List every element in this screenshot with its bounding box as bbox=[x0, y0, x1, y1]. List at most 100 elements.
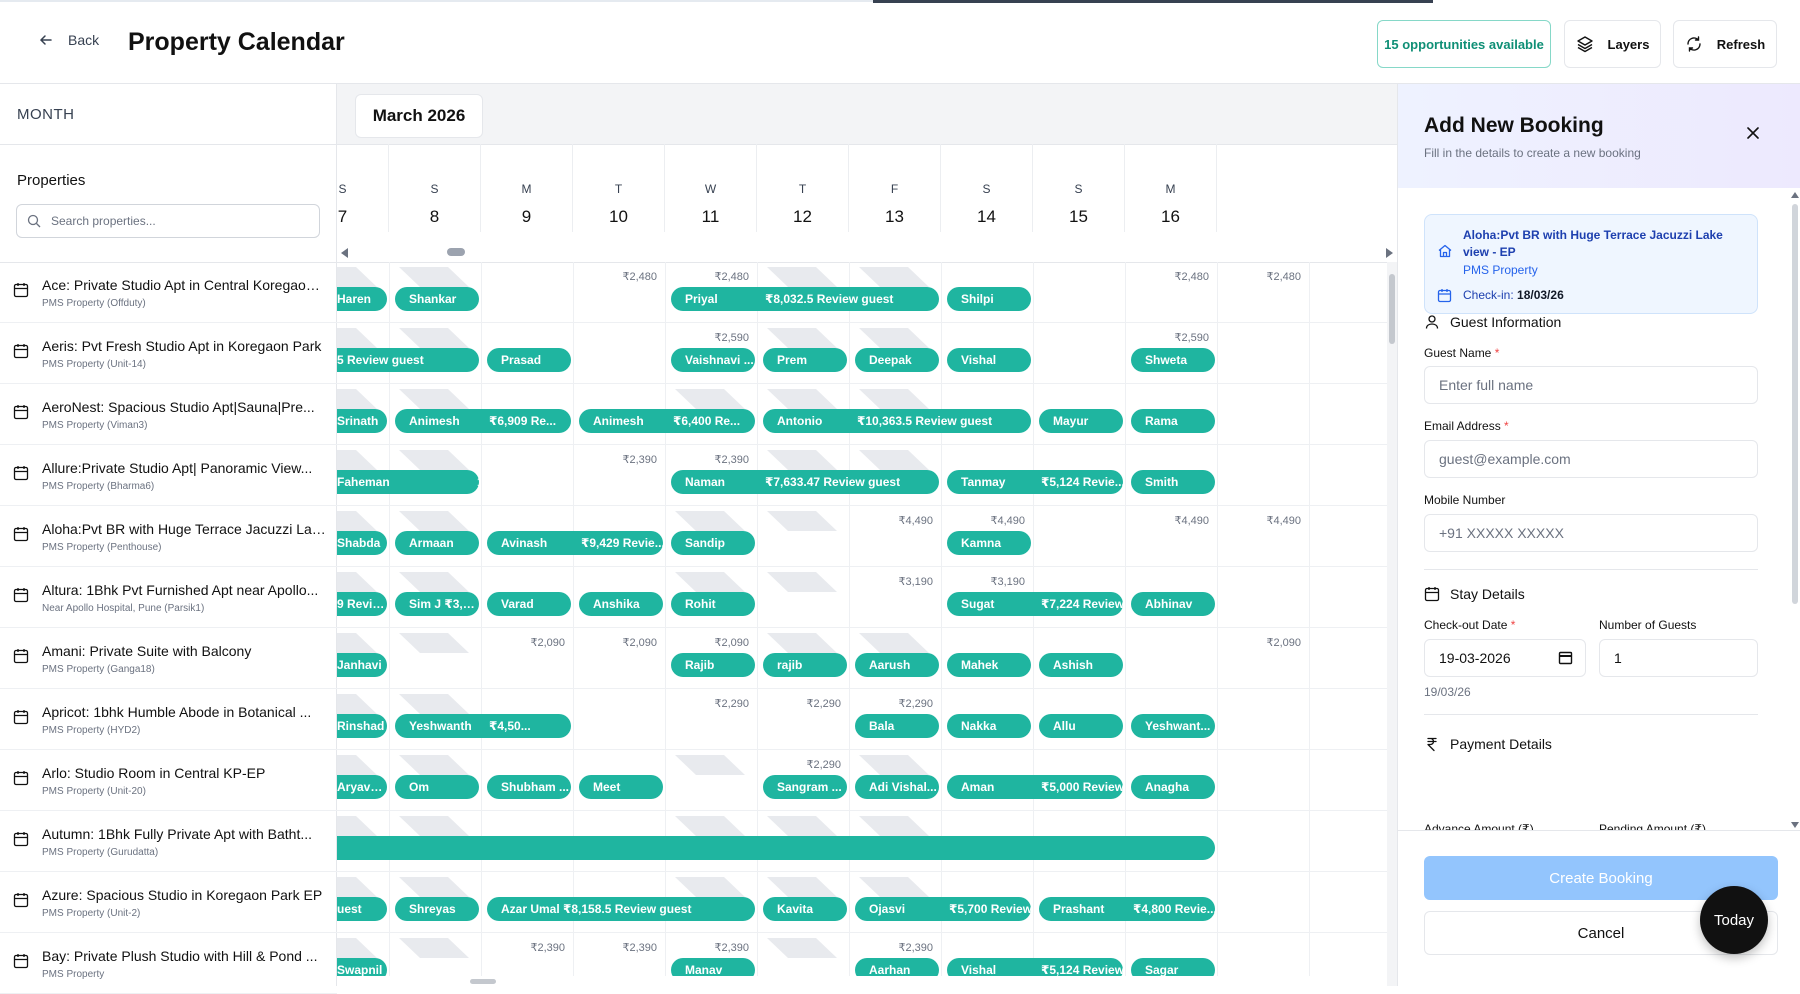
booking-bar[interactable]: Avinash ₹9,429 Revie... bbox=[487, 531, 663, 555]
calendar-picker-icon[interactable] bbox=[1558, 650, 1573, 665]
booking-bar[interactable]: Aman ₹5,000 Review ... bbox=[947, 775, 1123, 799]
nightly-price[interactable]: ₹2,390 bbox=[577, 453, 657, 466]
booking-bar[interactable]: Priyal ₹8,032.5 Review guest bbox=[671, 287, 939, 311]
nightly-price[interactable]: ₹2,090 bbox=[669, 636, 749, 649]
nightly-price[interactable]: ₹2,090 bbox=[1221, 636, 1301, 649]
booking-bar[interactable]: Aarush bbox=[855, 653, 939, 677]
booking-bar[interactable]: Armaan bbox=[395, 531, 479, 555]
booking-bar[interactable]: Rajib bbox=[671, 653, 755, 677]
scroll-thumb[interactable] bbox=[1389, 274, 1395, 344]
nightly-price[interactable]: ₹2,290 bbox=[761, 758, 841, 771]
checkout-date-input[interactable]: 19-03-2026 bbox=[1424, 639, 1586, 677]
booking-bar[interactable]: Om bbox=[395, 775, 479, 799]
nightly-price[interactable]: ₹3,190 bbox=[945, 575, 1025, 588]
bottom-scrollbar[interactable] bbox=[337, 976, 1387, 986]
booking-bar[interactable]: uest bbox=[337, 897, 387, 921]
scroll-thumb[interactable] bbox=[470, 979, 496, 984]
nightly-price[interactable]: ₹2,390 bbox=[577, 941, 657, 954]
booking-bar[interactable]: Shweta₹5,4... bbox=[1131, 348, 1215, 372]
booking-bar[interactable]: Mahek bbox=[947, 653, 1031, 677]
property-row[interactable]: Autumn: 1Bhk Fully Private Apt with Bath… bbox=[0, 811, 337, 872]
booking-bar[interactable]: Bala bbox=[855, 714, 939, 738]
layers-button[interactable]: Layers bbox=[1564, 20, 1661, 68]
booking-bar[interactable]: Shabda bbox=[337, 531, 387, 555]
booking-bar[interactable]: Deepak bbox=[855, 348, 939, 372]
horizontal-scrollbar[interactable] bbox=[337, 246, 1397, 258]
nightly-price[interactable]: ₹2,390 bbox=[485, 941, 565, 954]
mobile-input[interactable]: +91 XXXXX XXXXX bbox=[1424, 514, 1758, 552]
booking-bar[interactable]: Rinshad bbox=[337, 714, 387, 738]
scroll-down-icon[interactable] bbox=[1791, 822, 1799, 828]
nightly-price[interactable]: ₹2,480 bbox=[1129, 270, 1209, 283]
booking-bar[interactable]: Haren bbox=[337, 287, 387, 311]
booking-bar[interactable]: Sim J ₹3,3... bbox=[395, 592, 479, 616]
nightly-price[interactable]: ₹2,390 bbox=[669, 941, 749, 954]
booking-bar[interactable]: Shankar bbox=[395, 287, 479, 311]
booking-bar[interactable]: Naman ₹7,633.47 Review guest bbox=[671, 470, 939, 494]
month-selector[interactable]: March 2026 bbox=[355, 94, 483, 138]
nightly-price[interactable]: ₹2,480 bbox=[669, 270, 749, 283]
booking-bar[interactable]: Srinath bbox=[337, 409, 387, 433]
booking-bar[interactable]: Azar Umal ₹8,158.5 Review guest bbox=[487, 897, 755, 921]
nightly-price[interactable]: ₹2,590 bbox=[669, 331, 749, 344]
booking-bar[interactable]: Ashish bbox=[1039, 653, 1123, 677]
property-row[interactable]: Amani: Private Suite with Balcony PMS Pro… bbox=[0, 628, 337, 689]
property-row[interactable]: Aloha:Pvt BR with Huge Terrace Jacuzzi L… bbox=[0, 506, 337, 567]
booking-bar[interactable]: Janhavi bbox=[337, 653, 387, 677]
property-row[interactable]: Apricot: 1bhk Humble Abode in Botanical … bbox=[0, 689, 337, 750]
nightly-price[interactable]: ₹2,290 bbox=[669, 697, 749, 710]
booking-bar[interactable]: Yeshwant... bbox=[1131, 714, 1215, 738]
nightly-price[interactable]: ₹4,490 bbox=[853, 514, 933, 527]
nightly-price[interactable]: ₹3,190 bbox=[853, 575, 933, 588]
search-input[interactable]: Search properties... bbox=[16, 204, 320, 238]
booking-bar[interactable]: Sangram ... bbox=[763, 775, 847, 799]
today-button[interactable]: Today bbox=[1700, 886, 1768, 954]
nightly-price[interactable]: ₹2,090 bbox=[577, 636, 657, 649]
booking-bar[interactable]: Prashant ₹4,800 Revie... bbox=[1039, 897, 1215, 921]
booking-bar[interactable]: Tanmay ₹5,124 Revie... bbox=[947, 470, 1123, 494]
scroll-thumb[interactable] bbox=[1792, 204, 1798, 604]
booking-bar[interactable]: Faheman 124 Review... bbox=[337, 470, 479, 494]
scroll-thumb[interactable] bbox=[447, 248, 465, 256]
booking-bar[interactable]: rajib bbox=[763, 653, 847, 677]
property-row[interactable]: Aeris: Pvt Fresh Studio Apt in Koregaon … bbox=[0, 323, 337, 384]
booking-bar[interactable]: Vishal bbox=[947, 348, 1031, 372]
nightly-price[interactable]: ₹4,490 bbox=[1129, 514, 1209, 527]
booking-bar[interactable]: Meet bbox=[579, 775, 663, 799]
booking-bar[interactable]: Sugat ₹7,224 Review bbox=[947, 592, 1123, 616]
nightly-price[interactable]: ₹2,390 bbox=[853, 941, 933, 954]
property-row[interactable]: Altura: 1Bhk Pvt Furnished Apt near Apol… bbox=[0, 567, 337, 628]
booking-bar[interactable]: Shreyas bbox=[395, 897, 479, 921]
booking-bar[interactable]: Adi Vishal... bbox=[855, 775, 939, 799]
booking-bar[interactable]: Animesh ₹6,909 Re... bbox=[395, 409, 571, 433]
booking-bar[interactable]: Aryavardh bbox=[337, 775, 387, 799]
opportunities-button[interactable]: 15 opportunities available bbox=[1377, 20, 1551, 68]
booking-bar[interactable]: Prem bbox=[763, 348, 847, 372]
booking-bar[interactable]: Allu bbox=[1039, 714, 1123, 738]
booking-bar[interactable]: Shilpi bbox=[947, 287, 1031, 311]
scroll-up-icon[interactable] bbox=[1791, 192, 1799, 198]
nightly-price[interactable]: ₹2,480 bbox=[577, 270, 657, 283]
property-row[interactable]: Azure: Spacious Studio in Koregaon Park … bbox=[0, 872, 337, 933]
booking-bar[interactable]: Sandip bbox=[671, 531, 755, 555]
nightly-price[interactable]: ₹2,390 bbox=[669, 453, 749, 466]
nightly-price[interactable]: ₹4,490 bbox=[1221, 514, 1301, 527]
guest-name-input[interactable]: Enter full name bbox=[1424, 366, 1758, 404]
booking-bar[interactable]: Abhinav bbox=[1131, 592, 1215, 616]
booking-bar[interactable]: Anagha bbox=[1131, 775, 1215, 799]
booking-bar[interactable]: Nakka bbox=[947, 714, 1031, 738]
scroll-right-icon[interactable] bbox=[1386, 248, 1393, 258]
booking-bar[interactable]: Animesh ₹6,400 Re... bbox=[579, 409, 755, 433]
booking-bar[interactable]: Kamna bbox=[947, 531, 1031, 555]
property-row[interactable]: Ace: Private Studio Apt in Central Koreg… bbox=[0, 262, 337, 323]
vertical-scrollbar[interactable] bbox=[1387, 262, 1397, 986]
nightly-price[interactable]: ₹4,490 bbox=[945, 514, 1025, 527]
booking-bar[interactable]: Vaishnavi ... bbox=[671, 348, 755, 372]
booking-bar[interactable]: Yeshwanth ₹4,50... bbox=[395, 714, 571, 738]
booking-bar[interactable]: Kavita₹... bbox=[763, 897, 847, 921]
property-row[interactable]: AeroNest: Spacious Studio Apt|Sauna|Pre.… bbox=[0, 384, 337, 445]
booking-bar[interactable]: Varad bbox=[487, 592, 571, 616]
close-icon[interactable] bbox=[1746, 126, 1760, 140]
booking-bar[interactable]: Prasad bbox=[487, 348, 571, 372]
panel-scrollbar[interactable] bbox=[1791, 192, 1799, 828]
